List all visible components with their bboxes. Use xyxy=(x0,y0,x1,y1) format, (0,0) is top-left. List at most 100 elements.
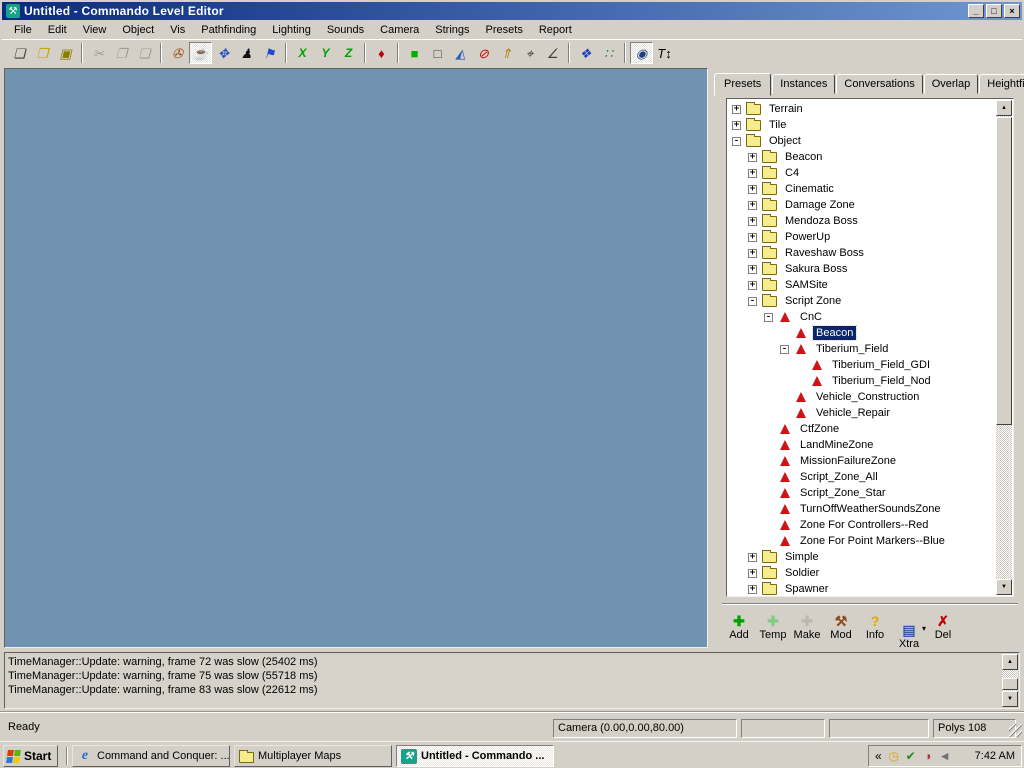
panel-tab[interactable]: Conversations xyxy=(836,74,922,94)
tree-item[interactable]: + Raveshaw Boss xyxy=(728,245,996,261)
axis-z-icon[interactable]: Z xyxy=(337,42,360,64)
text-scale-icon[interactable]: T↕ xyxy=(653,42,676,64)
menu-item[interactable]: Object xyxy=(114,21,162,39)
tree-item[interactable]: + PowerUp xyxy=(728,229,996,245)
scroll-up-icon[interactable]: ▲ xyxy=(1002,654,1018,670)
tree-item[interactable]: + Soldier xyxy=(728,565,996,581)
rgb-squares-icon[interactable]: ∷ xyxy=(597,42,620,64)
separator[interactable] xyxy=(285,43,287,63)
scrollbar-thumb[interactable] xyxy=(1002,678,1018,690)
tree-item[interactable]: + C4 xyxy=(728,165,996,181)
tree-expander-icon[interactable]: + xyxy=(748,153,757,162)
tree-item[interactable]: Tiberium_Field_GDI xyxy=(728,357,996,373)
close-button[interactable]: × xyxy=(1004,4,1020,18)
tree-item[interactable]: Zone For Controllers--Red xyxy=(728,517,996,533)
panel-tab[interactable]: Presets xyxy=(714,73,771,96)
disable-vis-icon[interactable]: ⊘ xyxy=(472,42,495,64)
minimize-button[interactable]: _ xyxy=(968,4,984,18)
tree-item[interactable]: + Simple xyxy=(728,549,996,565)
menu-item[interactable]: Camera xyxy=(372,21,427,39)
camera-tripod-icon[interactable]: ⌖ xyxy=(518,42,541,64)
panel-tab[interactable]: Instances xyxy=(772,74,835,94)
tree-item[interactable]: + Tile xyxy=(728,117,996,133)
tree-expander-icon[interactable]: - xyxy=(780,345,789,354)
tree-item[interactable]: + Damage Zone xyxy=(728,197,996,213)
tree-item[interactable]: + Terrain xyxy=(728,101,996,117)
tree-expander-icon[interactable]: + xyxy=(748,217,757,226)
app-tray-icon[interactable]: ◑ xyxy=(921,749,935,763)
separator[interactable] xyxy=(160,43,162,63)
object-mode-teapot-icon[interactable]: ☕ xyxy=(189,42,212,64)
axis-x-icon[interactable]: X xyxy=(291,42,314,64)
tree-expander-icon[interactable]: - xyxy=(764,313,773,322)
mod-button[interactable]: ⚒ Mod xyxy=(824,609,858,647)
temp-button[interactable]: ✚ Temp xyxy=(756,609,790,647)
tree-item[interactable]: + Mendoza Boss xyxy=(728,213,996,229)
tree-expander-icon[interactable]: - xyxy=(732,137,741,146)
paste-icon[interactable]: ❑ xyxy=(133,42,156,64)
tree-expander-icon[interactable]: + xyxy=(748,233,757,242)
open-file-icon[interactable]: ❒ xyxy=(31,42,54,64)
scheduler-tray-icon[interactable]: ◷ xyxy=(887,749,901,763)
xtra-button[interactable]: ▤ Xtra ▾ xyxy=(892,609,926,647)
separator[interactable] xyxy=(364,43,366,63)
menu-item[interactable]: File xyxy=(6,21,40,39)
separator[interactable] xyxy=(397,43,399,63)
tree-item[interactable]: CtfZone xyxy=(728,421,996,437)
tree-item[interactable]: - Tiberium_Field xyxy=(728,341,996,357)
scroll-down-icon[interactable]: ▼ xyxy=(996,579,1012,595)
tree-item[interactable]: - Script Zone xyxy=(728,293,996,309)
camera-mode-icon[interactable]: ✇ xyxy=(166,42,189,64)
tree-expander-icon[interactable]: + xyxy=(748,169,757,178)
scrollbar-thumb[interactable] xyxy=(996,117,1012,425)
task-folder[interactable]: Multiplayer Maps xyxy=(234,745,392,767)
task-editor[interactable]: ⚒ Untitled - Commando ... xyxy=(396,745,554,767)
del-button[interactable]: ✗ Del xyxy=(926,609,960,647)
save-file-icon[interactable]: ▣ xyxy=(54,42,77,64)
tree-item[interactable]: Script_Zone_Star xyxy=(728,485,996,501)
maximize-button[interactable]: □ xyxy=(986,4,1002,18)
tree-item[interactable]: LandMineZone xyxy=(728,437,996,453)
resize-grip[interactable] xyxy=(1009,724,1022,737)
menu-item[interactable]: View xyxy=(75,21,115,39)
log-output[interactable]: TimeManager::Update: warning, frame 72 w… xyxy=(4,652,1020,709)
tree-item[interactable]: - Object xyxy=(728,133,996,149)
tree-item[interactable]: Vehicle_Repair xyxy=(728,405,996,421)
tree-item[interactable]: + SAMSite xyxy=(728,277,996,293)
menu-item[interactable]: Pathfinding xyxy=(193,21,264,39)
tray-chevron-icon[interactable]: « xyxy=(875,749,882,763)
make-button[interactable]: ✚ Make xyxy=(790,609,824,647)
separator[interactable] xyxy=(568,43,570,63)
tree-expander-icon[interactable]: - xyxy=(748,297,757,306)
tree-expander-icon[interactable]: + xyxy=(748,553,757,562)
gizmo-axes-icon[interactable]: ✥ xyxy=(212,42,235,64)
log-scrollbar[interactable]: ▲ ▼ xyxy=(1002,654,1018,707)
tree-expander-icon[interactable]: + xyxy=(748,201,757,210)
tree-expander-icon[interactable]: + xyxy=(748,281,757,290)
vis-sector-icon[interactable]: ◭ xyxy=(449,42,472,64)
tree-expander-icon[interactable]: + xyxy=(748,585,757,594)
tree-expander-icon[interactable]: + xyxy=(732,105,741,114)
menu-item[interactable]: Edit xyxy=(40,21,75,39)
tree-item[interactable]: + Sakura Boss xyxy=(728,261,996,277)
tree-item[interactable]: Beacon xyxy=(728,325,996,341)
solid-view-cube-icon[interactable]: ■ xyxy=(403,42,426,64)
menu-item[interactable]: Vis xyxy=(162,21,193,39)
raise-height-icon[interactable]: ⇑ xyxy=(495,42,518,64)
tree-item[interactable]: Script_Zone_All xyxy=(728,469,996,485)
task-ie[interactable]: e Command and Conquer: ... xyxy=(72,745,230,767)
tree-expander-icon[interactable]: + xyxy=(748,185,757,194)
scroll-down-icon[interactable]: ▼ xyxy=(1002,691,1018,707)
tree-expander-icon[interactable]: + xyxy=(748,265,757,274)
tree-item[interactable]: MissionFailureZone xyxy=(728,453,996,469)
info-button[interactable]: ? Info xyxy=(858,609,892,647)
add-button[interactable]: ✚ Add xyxy=(722,609,756,647)
tree-expander-icon[interactable]: + xyxy=(748,569,757,578)
new-file-icon[interactable]: ❏ xyxy=(8,42,31,64)
volume-tray-icon[interactable]: ◄ xyxy=(938,749,952,763)
tree-item[interactable]: Vehicle_Construction xyxy=(728,389,996,405)
menu-item[interactable]: Report xyxy=(531,21,580,39)
tree-item[interactable]: TurnOffWeatherSoundsZone xyxy=(728,501,996,517)
tree-item[interactable]: + Cinematic xyxy=(728,181,996,197)
viewport-3d[interactable] xyxy=(4,68,708,648)
